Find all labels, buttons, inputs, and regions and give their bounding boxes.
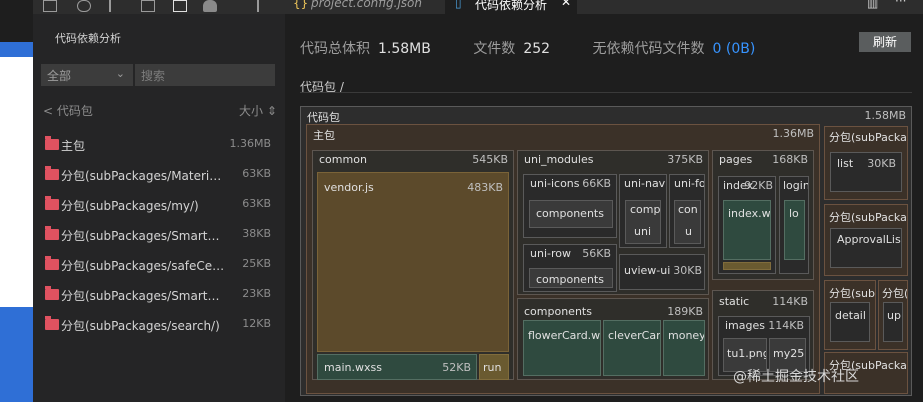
- docker-icon[interactable]: [203, 0, 217, 12]
- treemap-login-wxml[interactable]: lo: [784, 200, 805, 260]
- search-icon[interactable]: [77, 0, 91, 12]
- search-input[interactable]: 搜索: [135, 64, 275, 86]
- more-actions-icon[interactable]: ···: [895, 0, 906, 8]
- dependency-analysis-icon[interactable]: [173, 0, 187, 12]
- collapse-panel-icon[interactable]: [257, 0, 271, 12]
- folder-icon: [45, 226, 59, 240]
- file-icon: ▯: [455, 0, 462, 10]
- treemap-uni-forms-comp[interactable]: con u: [674, 200, 701, 244]
- explorer-icon[interactable]: [43, 0, 57, 12]
- stats-line: 代码总体积 1.58MB 文件数 252 无依赖代码文件数 0 (0B): [300, 41, 756, 57]
- treemap-clever-card[interactable]: cleverCard: [603, 320, 661, 376]
- tab-project-config[interactable]: {} project.config.json: [285, 0, 435, 14]
- treemap-uni-nav-comp[interactable]: comp uni: [625, 200, 661, 244]
- package-item-main[interactable]: 主包 1.36MB: [33, 132, 285, 162]
- folder-icon: [45, 286, 59, 300]
- treemap-flower-card[interactable]: flowerCard.wx: [523, 320, 601, 376]
- treemap-material-list[interactable]: list 30KB: [830, 152, 902, 192]
- source-control-icon[interactable]: [109, 0, 123, 12]
- treemap-money-card[interactable]: money: [663, 320, 705, 376]
- nodep-count-link[interactable]: 0 (0B): [713, 41, 756, 57]
- treemap-index-js[interactable]: [723, 262, 771, 270]
- treemap-uview-ui[interactable]: uview-ui 30KB: [619, 254, 705, 290]
- treemap-safecenter-up[interactable]: up: [883, 302, 903, 342]
- json-braces-icon: {}: [293, 0, 309, 10]
- sort-by-size-button[interactable]: 大小 ⇕: [239, 102, 277, 119]
- package-list: 主包1.36MB 分包(subPackages/MaterialPage/)63…: [33, 132, 285, 342]
- treemap-index-wxml[interactable]: index.wx: [723, 200, 771, 260]
- package-item-safecenter[interactable]: 分包(subPackages/safeCenter/)25KB: [33, 252, 285, 282]
- file-count-value: 252: [523, 41, 551, 57]
- folder-icon: [45, 196, 59, 210]
- package-filter-value: 全部: [47, 69, 72, 83]
- refresh-button[interactable]: 刷新: [859, 32, 911, 52]
- sidebar-breadcrumb[interactable]: < 代码包: [43, 102, 93, 119]
- package-item-smartstore[interactable]: 分包(subPackages/SmartStore/)23KB: [33, 282, 285, 312]
- extensions-icon[interactable]: [141, 0, 155, 12]
- folder-icon: [45, 316, 59, 330]
- package-filter-select[interactable]: 全部 ⌄: [41, 64, 133, 86]
- tab-dependency-analysis[interactable]: ▯ 代码依赖分析 ✕: [445, 0, 577, 14]
- analysis-panel: 代码总体积 1.58MB 文件数 252 无依赖代码文件数 0 (0B) 刷新 代码包…: [285, 14, 923, 402]
- close-tab-icon[interactable]: ✕: [561, 0, 571, 9]
- split-editor-icon[interactable]: ▥: [867, 0, 878, 10]
- folder-icon: [45, 166, 59, 180]
- folder-icon: [45, 256, 59, 270]
- total-size-value: 1.58MB: [378, 41, 431, 57]
- sidebar-title: 代码依赖分析: [55, 32, 121, 45]
- package-item-material[interactable]: 分包(subPackages/MaterialPage/)63KB: [33, 162, 285, 192]
- chevron-down-icon: ⌄: [115, 67, 125, 80]
- folder-icon: [45, 136, 59, 150]
- treemap-approval-list[interactable]: ApprovalList: [830, 228, 902, 268]
- treemap-uni-icons-components[interactable]: components: [529, 200, 613, 228]
- background-window: [0, 42, 33, 402]
- editor-tabs: {} project.config.json ▯ 代码依赖分析 ✕ ▥ ···: [285, 0, 923, 14]
- package-item-my[interactable]: 分包(subPackages/my/) 63KB: [33, 192, 285, 222]
- package-item-smartbi[interactable]: 分包(subPackages/SmartBi/) 38KB: [33, 222, 285, 252]
- watermark-text: @稀土掘金技术社区: [733, 369, 859, 385]
- sidebar: 代码依赖分析 全部 ⌄ 搜索 < 代码包 大小 ⇕ 主包 1.36MB 分包(su…: [33, 14, 285, 402]
- treemap-smartbi-detail[interactable]: detail: [830, 302, 870, 342]
- divider: [300, 92, 912, 93]
- treemap-vendor-js[interactable]: vendor.js 483KB: [317, 172, 509, 352]
- treemap-runtime[interactable]: run: [479, 354, 509, 380]
- package-item-search[interactable]: 分包(subPackages/search/) 12KB: [33, 312, 285, 342]
- treemap-main-wxss[interactable]: main.wxss 52KB: [317, 354, 477, 380]
- treemap-uni-row-components[interactable]: components: [529, 268, 613, 288]
- editor-left-edge: [0, 0, 33, 402]
